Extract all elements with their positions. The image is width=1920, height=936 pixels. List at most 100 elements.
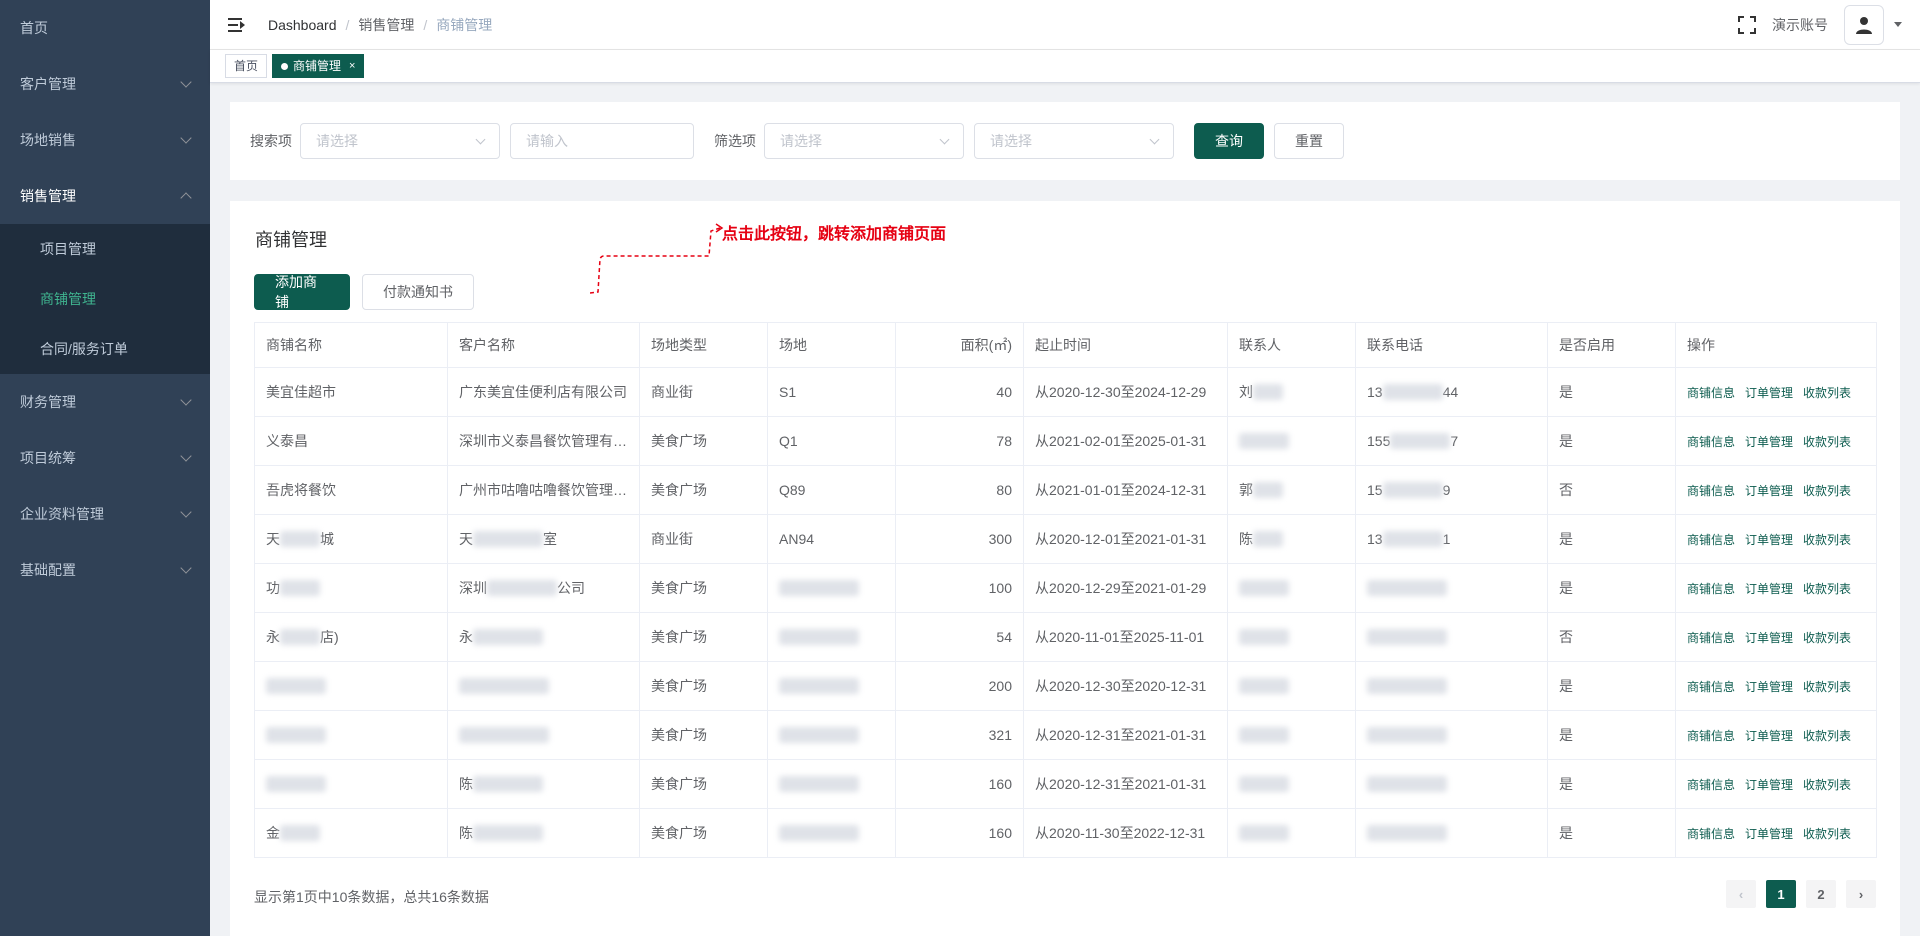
cell-contact: 刘	[1227, 367, 1356, 417]
query-button[interactable]: 查询	[1194, 123, 1264, 159]
payment-list-link[interactable]: 收款列表	[1803, 631, 1851, 645]
cell-phone: 13 1	[1355, 514, 1548, 564]
cell-contact	[1227, 710, 1356, 760]
order-management-link[interactable]: 订单管理	[1745, 729, 1793, 743]
menu-item-customer[interactable]: 客户管理	[0, 56, 210, 112]
cell-phone	[1355, 661, 1548, 711]
order-management-link[interactable]: 订单管理	[1745, 582, 1793, 596]
masked-text	[1239, 727, 1289, 743]
submenu-sales: 项目管理 商铺管理 合同/服务订单	[0, 224, 210, 374]
payment-list-link[interactable]: 收款列表	[1803, 533, 1851, 547]
payment-list-link[interactable]: 收款列表	[1803, 435, 1851, 449]
next-page-button[interactable]: ›	[1846, 880, 1876, 908]
masked-text	[1367, 629, 1447, 645]
cell-shop-name	[254, 759, 448, 809]
breadcrumb-dashboard[interactable]: Dashboard	[268, 17, 337, 33]
shop-info-link[interactable]: 商铺信息	[1687, 729, 1735, 743]
menu-item-base-config[interactable]: 基础配置	[0, 542, 210, 598]
tag-home[interactable]: 首页	[225, 54, 268, 78]
cell-period: 从2021-01-01至2024-12-31	[1023, 465, 1228, 515]
search-input[interactable]: 请输入	[510, 123, 694, 159]
cell-venue	[767, 759, 896, 809]
cell-contact: 郭	[1227, 465, 1356, 515]
order-management-link[interactable]: 订单管理	[1745, 827, 1793, 841]
cell-area: 321	[895, 710, 1024, 760]
cell-venue: Q1	[767, 416, 896, 466]
menu-item-company-info[interactable]: 企业资料管理	[0, 486, 210, 542]
masked-text	[779, 776, 859, 792]
cell-shop-name: 吾虎将餐饮	[254, 465, 448, 515]
menu-item-project-plan[interactable]: 项目统筹	[0, 430, 210, 486]
menu-item-home[interactable]: 首页	[0, 0, 210, 56]
payment-list-link[interactable]: 收款列表	[1803, 680, 1851, 694]
payment-list-link[interactable]: 收款列表	[1803, 729, 1851, 743]
cell-contact	[1227, 563, 1356, 613]
chevron-down-icon	[180, 506, 192, 518]
fullscreen-icon[interactable]	[1738, 15, 1756, 34]
cell-venue: AN94	[767, 514, 896, 564]
hamburger-icon[interactable]	[228, 17, 246, 32]
order-management-link[interactable]: 订单管理	[1745, 533, 1793, 547]
shop-info-link[interactable]: 商铺信息	[1687, 778, 1735, 792]
masked-text	[1253, 384, 1283, 400]
menu-item-finance[interactable]: 财务管理	[0, 374, 210, 430]
cell-customer: 广东美宜佳便利店有限公司	[447, 367, 640, 417]
shop-table: 商铺名称 客户名称 场地类型 场地 面积(㎡) 起止时间 联系人 联系电话 是否…	[254, 322, 1877, 858]
cell-venue	[767, 710, 896, 760]
tag-shop[interactable]: 商铺管理 ×	[272, 54, 365, 78]
cell-phone	[1355, 710, 1548, 760]
shop-info-link[interactable]: 商铺信息	[1687, 435, 1735, 449]
cell-phone: 155 7	[1355, 416, 1548, 466]
shop-info-link[interactable]: 商铺信息	[1687, 680, 1735, 694]
shop-info-link[interactable]: 商铺信息	[1687, 533, 1735, 547]
sub-item-project[interactable]: 项目管理	[0, 224, 210, 274]
payment-notice-button[interactable]: 付款通知书	[362, 274, 474, 310]
cell-venue: Q89	[767, 465, 896, 515]
cell-period: 从2020-12-30至2024-12-29	[1023, 367, 1228, 417]
shop-info-link[interactable]: 商铺信息	[1687, 582, 1735, 596]
filter-select-2[interactable]: 请选择	[974, 123, 1174, 159]
shop-info-link[interactable]: 商铺信息	[1687, 484, 1735, 498]
masked-text	[487, 580, 557, 596]
cell-area: 160	[895, 808, 1024, 858]
order-management-link[interactable]: 订单管理	[1745, 631, 1793, 645]
order-management-link[interactable]: 订单管理	[1745, 484, 1793, 498]
shop-info-link[interactable]: 商铺信息	[1687, 386, 1735, 400]
cell-customer: 天 室	[447, 514, 640, 564]
cell-venue: S1	[767, 367, 896, 417]
masked-text	[779, 727, 859, 743]
order-management-link[interactable]: 订单管理	[1745, 680, 1793, 694]
payment-list-link[interactable]: 收款列表	[1803, 778, 1851, 792]
payment-list-link[interactable]: 收款列表	[1803, 386, 1851, 400]
close-icon[interactable]: ×	[349, 55, 355, 77]
add-shop-button[interactable]: 添加商铺	[254, 274, 350, 310]
filter-select-1[interactable]: 请选择	[764, 123, 964, 159]
payment-list-link[interactable]: 收款列表	[1803, 484, 1851, 498]
sub-item-contract[interactable]: 合同/服务订单	[0, 324, 210, 374]
masked-text	[1382, 531, 1443, 547]
order-management-link[interactable]: 订单管理	[1745, 435, 1793, 449]
cell-actions: 商铺信息 订单管理 收款列表	[1675, 612, 1877, 662]
chevron-down-icon	[1149, 134, 1160, 144]
payment-list-link[interactable]: 收款列表	[1803, 582, 1851, 596]
shop-info-link[interactable]: 商铺信息	[1687, 827, 1735, 841]
caret-down-icon[interactable]	[1894, 22, 1902, 27]
menu-item-sales-management[interactable]: 销售管理	[0, 168, 210, 224]
page-2-button[interactable]: 2	[1806, 880, 1836, 908]
dot-icon	[281, 62, 289, 70]
shop-info-link[interactable]: 商铺信息	[1687, 631, 1735, 645]
order-management-link[interactable]: 订单管理	[1745, 778, 1793, 792]
order-management-link[interactable]: 订单管理	[1745, 386, 1793, 400]
reset-button[interactable]: 重置	[1274, 123, 1344, 159]
menu-item-venue-sales[interactable]: 场地销售	[0, 112, 210, 168]
prev-page-button[interactable]: ‹	[1726, 880, 1756, 908]
avatar[interactable]	[1844, 4, 1884, 45]
cell-contact	[1227, 808, 1356, 858]
search-field-select[interactable]: 请选择	[300, 123, 500, 159]
page-1-button[interactable]: 1	[1766, 880, 1796, 908]
sub-item-shop[interactable]: 商铺管理	[0, 274, 210, 324]
cell-enabled: 是	[1547, 514, 1676, 564]
payment-list-link[interactable]: 收款列表	[1803, 827, 1851, 841]
cell-customer: 陈	[447, 759, 640, 809]
masked-text	[280, 531, 320, 547]
